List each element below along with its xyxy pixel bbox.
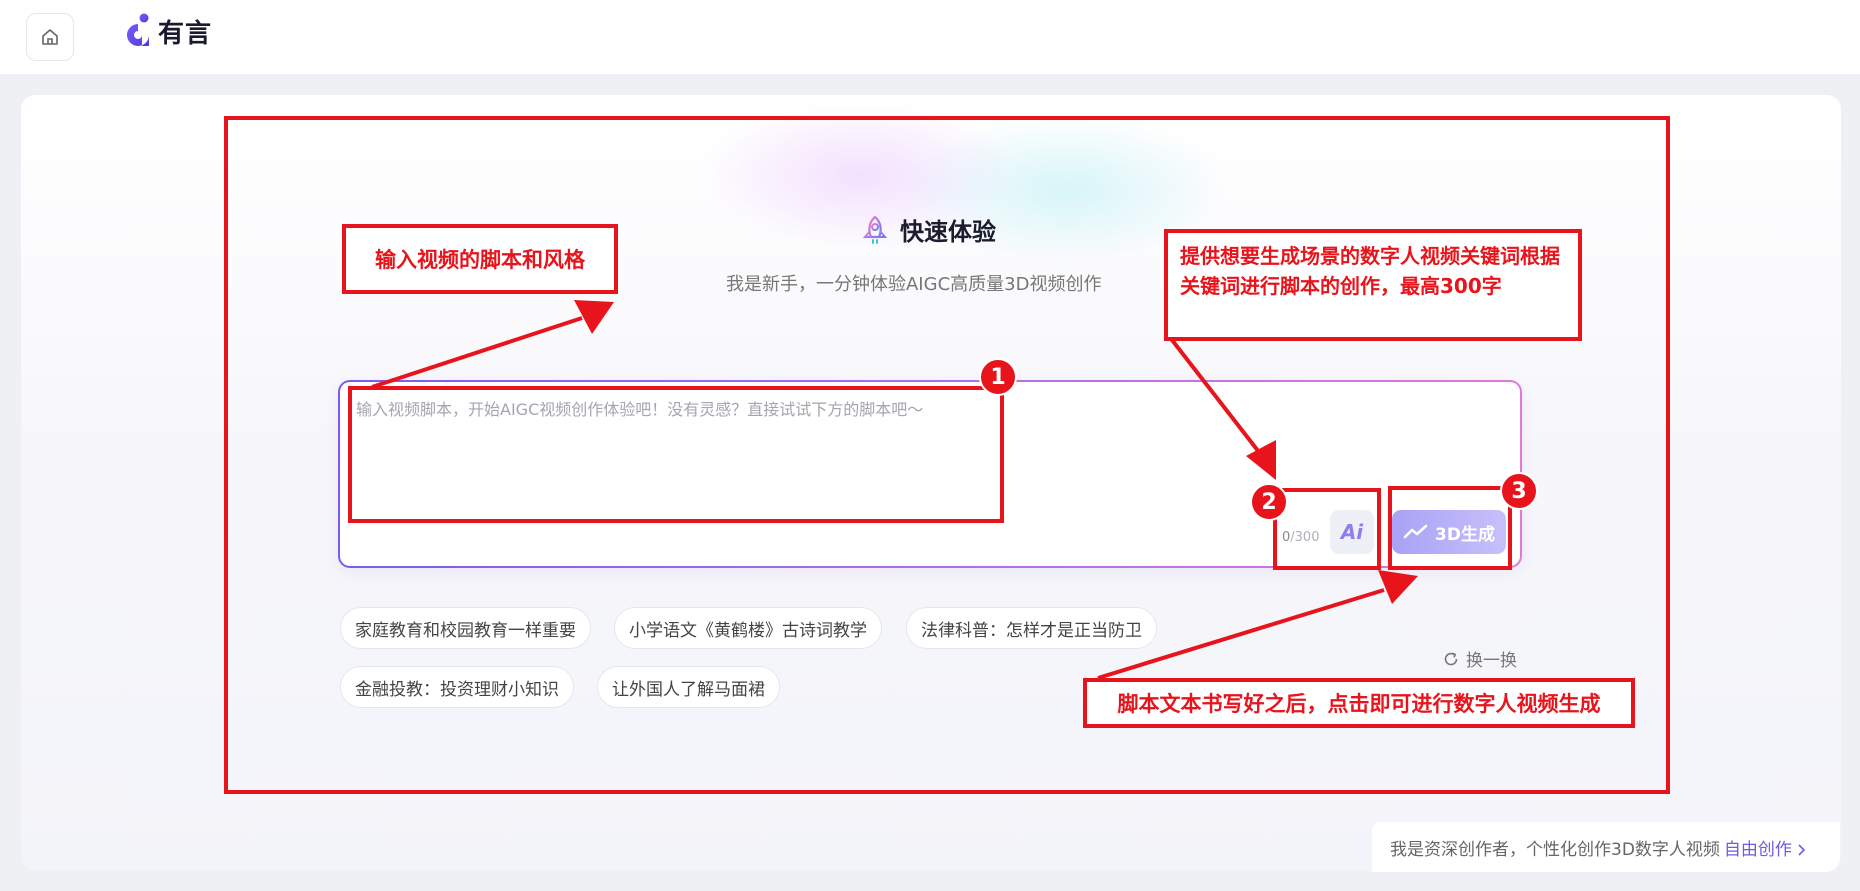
annotation-label-2: 提供想要生成场景的数字人视频关键词根据关键词进行脚本的创作，最高300字 xyxy=(1164,229,1582,341)
annotation-input-frame xyxy=(348,386,1004,523)
free-create-bar: 我是资深创作者，个性化创作3D数字人视频 自由创作 xyxy=(1372,822,1840,872)
free-create-text: 我是资深创作者，个性化创作3D数字人视频 xyxy=(1390,839,1720,860)
free-create-link-label: 自由创作 xyxy=(1723,839,1792,860)
chevron-right-icon xyxy=(1798,843,1806,856)
annotation-badge-3: 3 xyxy=(1500,472,1538,510)
top-bar: 有言 xyxy=(0,0,1860,74)
annotation-badge-2: 2 xyxy=(1250,483,1288,521)
annotation-label-3: 脚本文本书写好之后，点击即可进行数字人视频生成 xyxy=(1083,678,1635,728)
logo-icon xyxy=(127,13,149,46)
home-icon xyxy=(42,29,58,45)
free-create-link[interactable]: 自由创作 xyxy=(1724,835,1807,860)
annotation-generate-frame xyxy=(1388,486,1512,570)
home-button[interactable] xyxy=(26,13,74,61)
annotation-label-1: 输入视频的脚本和风格 xyxy=(342,224,618,294)
annotation-badge-1: 1 xyxy=(979,358,1017,396)
app-logo[interactable]: 有言 xyxy=(124,10,212,52)
logo-text: 有言 xyxy=(158,18,213,49)
annotation-ai-frame xyxy=(1273,488,1381,570)
